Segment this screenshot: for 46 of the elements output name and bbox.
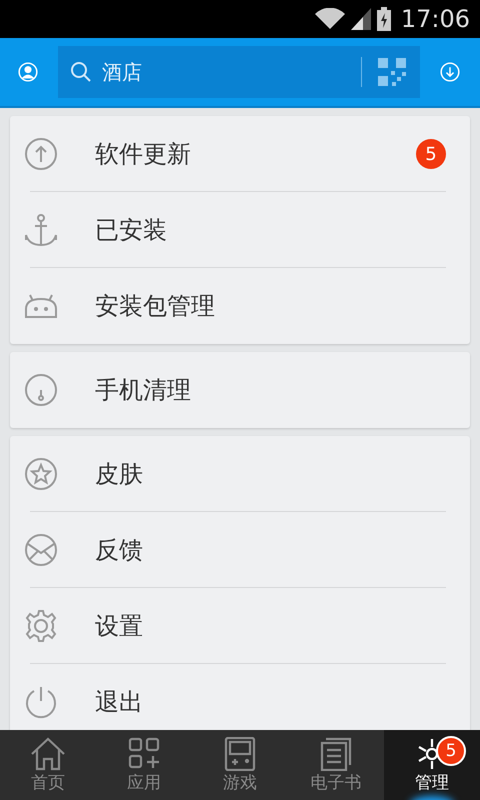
nav-tab-label: 电子书 (310, 772, 362, 794)
menu-item-label: 反馈 (95, 535, 144, 566)
search-field[interactable]: 酒店 (58, 46, 420, 98)
menu-item-label: 退出 (95, 687, 144, 718)
battery-icon (376, 7, 391, 31)
wifi-icon (314, 8, 345, 30)
qr-code-icon[interactable] (378, 58, 406, 86)
menu-item[interactable]: 皮肤 (10, 436, 470, 512)
nav-tab-label: 管理 (415, 772, 449, 794)
settings-icon (24, 609, 58, 643)
gamepad-icon (222, 736, 258, 770)
nav-tab[interactable]: 应用 (96, 730, 192, 800)
nav-tab[interactable]: 管理 5 (384, 730, 480, 800)
menu-item-label: 设置 (95, 611, 144, 642)
nav-tab-label: 首页 (31, 772, 65, 794)
count-badge: 5 (416, 139, 446, 169)
nav-tab[interactable]: 游戏 (192, 730, 288, 800)
nav-tab-label: 应用 (127, 772, 161, 794)
search-icon (70, 61, 92, 83)
menu-item-label: 安装包管理 (95, 291, 216, 322)
menu-item-label: 软件更新 (95, 139, 192, 170)
upload-icon (24, 137, 58, 171)
count-badge: 5 (436, 736, 466, 766)
menu-item[interactable]: 反馈 (10, 512, 470, 588)
document-icon (318, 736, 354, 770)
nav-tab-label: 游戏 (223, 772, 257, 794)
power-icon (24, 685, 58, 719)
mail-icon (24, 533, 58, 567)
home-icon (30, 736, 66, 770)
menu-item-label: 皮肤 (95, 459, 144, 490)
signal-icon (350, 8, 371, 30)
gauge-icon (24, 373, 58, 407)
menu-item-label: 手机清理 (95, 375, 192, 406)
search-input[interactable]: 酒店 (100, 59, 353, 85)
grid-icon (126, 736, 162, 770)
nav-tab[interactable]: 首页 (0, 730, 96, 800)
menu-item[interactable]: 已安装 (10, 192, 470, 268)
menu-item[interactable]: 安装包管理 (10, 268, 470, 344)
menu-item[interactable]: 软件更新 5 (10, 116, 470, 192)
menu-item[interactable]: 设置 (10, 588, 470, 664)
nav-tab[interactable]: 电子书 (288, 730, 384, 800)
anchor-icon (24, 213, 58, 247)
menu-item[interactable]: 退出 (10, 664, 470, 730)
menu-item-label: 已安装 (95, 215, 168, 246)
clock-time: 17:06 (400, 5, 470, 33)
menu-item[interactable]: 手机清理 (10, 352, 470, 428)
